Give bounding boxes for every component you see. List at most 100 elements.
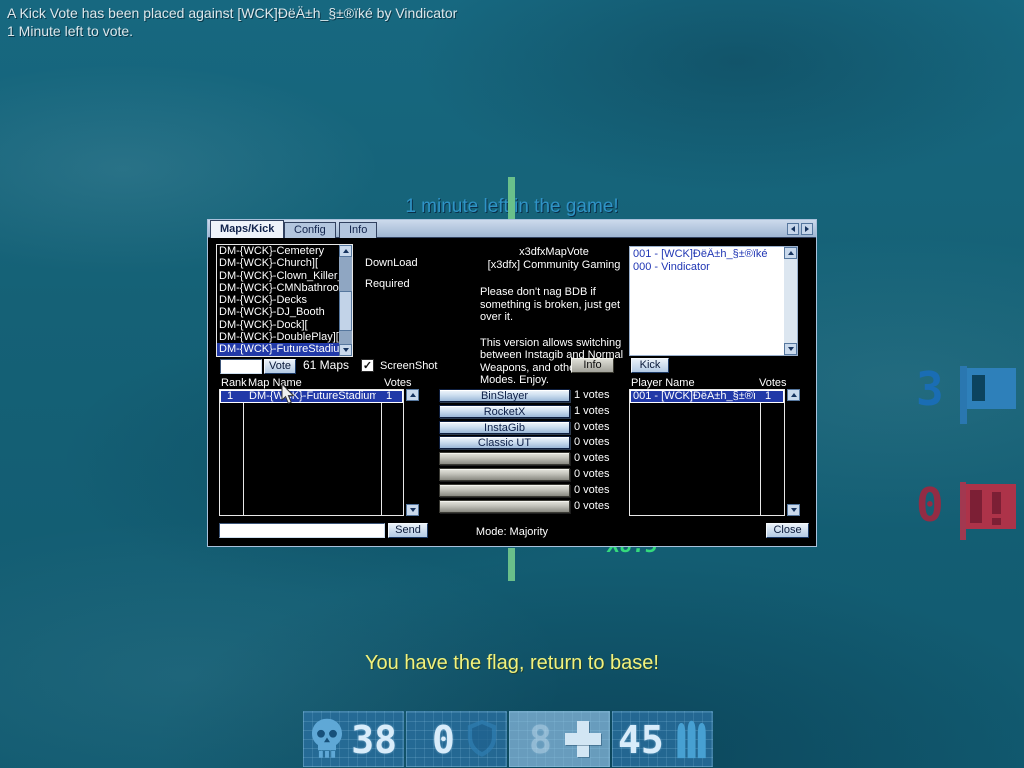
screenshot-label: ScreenShot <box>380 360 437 372</box>
map-list-item[interactable]: DM-{WCK}-Clown_Killer_ <box>217 270 339 282</box>
rank-cell: 1 <box>227 391 233 402</box>
arrow-down-icon <box>343 348 349 352</box>
map-listbox[interactable]: DM-{WCK}-Cemetery DM-{WCK}-Church][ DM-{… <box>216 244 353 357</box>
mouse-cursor <box>281 384 295 410</box>
map-list-scrollbar[interactable] <box>339 245 352 356</box>
kick-list-item[interactable]: 001 - [WCK]ÐëÄ±h_§±®ïké <box>630 248 784 261</box>
health-count: 8 <box>529 716 552 764</box>
kick-list-scrollbar[interactable] <box>784 247 797 355</box>
crosshair-top-bar <box>508 177 515 219</box>
tab-maps-kick[interactable]: Maps/Kick <box>210 220 284 238</box>
hud-status-bar: 38 0 8 45 <box>303 711 717 767</box>
kick-list-item[interactable]: 000 - Vindicator <box>630 261 784 274</box>
screenshot-checkbox[interactable]: ✓ <box>361 359 374 372</box>
scroll-up-button[interactable] <box>787 389 800 401</box>
download-label: DownLoad <box>365 257 418 269</box>
mode-button-instagib[interactable]: InstaGib <box>439 421 570 434</box>
tab-scroll-right-button[interactable] <box>801 223 813 235</box>
arrow-down-icon <box>788 347 794 351</box>
bullets-icon <box>674 717 708 768</box>
map-list-item-selected[interactable]: DM-{WCK}-FutureStadium <box>217 343 339 355</box>
player-table-scrollbar[interactable] <box>787 389 800 516</box>
mode-button-classic-ut[interactable]: Classic UT <box>439 436 570 449</box>
mode-vote-count: 0 votes <box>574 468 634 481</box>
column-divider <box>760 390 761 515</box>
tab-scroll-left-button[interactable] <box>787 223 799 235</box>
vote-button[interactable]: Vote <box>264 359 296 374</box>
mode-button-empty[interactable] <box>439 468 570 481</box>
shield-icon <box>465 717 499 766</box>
scroll-down-button[interactable] <box>339 344 352 356</box>
scroll-down-button[interactable] <box>406 504 419 516</box>
mode-button-empty[interactable] <box>439 484 570 497</box>
rank-table-scrollbar[interactable] <box>406 389 419 516</box>
mode-vote-count: 0 votes <box>574 500 634 513</box>
scroll-up-button[interactable] <box>406 389 419 401</box>
red-flag-alert-icon <box>960 482 1020 545</box>
game-screen: A Kick Vote has been placed against [WCK… <box>0 0 1024 768</box>
map-list-item[interactable]: DM-{WCK}-Decks <box>217 294 339 306</box>
system-messages: A Kick Vote has been placed against [WCK… <box>7 4 457 40</box>
rank-table-row-selected[interactable]: 1 DM-{WCK}-FutureStadium 1 <box>220 390 403 403</box>
required-label: Required <box>365 278 410 290</box>
hud-frags-panel: 38 <box>303 711 404 767</box>
kick-vote-message: A Kick Vote has been placed against [WCK… <box>7 4 457 22</box>
votes-column-header: Votes <box>759 377 787 389</box>
arrow-up-icon <box>343 249 349 253</box>
rank-table[interactable]: 1 DM-{WCK}-FutureStadium 1 <box>219 389 404 516</box>
mode-vote-count: 0 votes <box>574 421 634 434</box>
hud-health-panel: 8 <box>509 711 610 767</box>
mode-button-empty[interactable] <box>439 452 570 465</box>
arrow-up-icon <box>410 393 416 397</box>
scroll-down-button[interactable] <box>784 343 797 355</box>
arrow-up-icon <box>788 251 794 255</box>
close-button[interactable]: Close <box>766 523 809 538</box>
arrow-up-icon <box>791 393 797 397</box>
map-list-item[interactable]: DM-{WCK}-DJ_Booth <box>217 306 339 318</box>
hud-armor-panel: 0 <box>406 711 507 767</box>
mapvote-dialog: Maps/Kick Config Info DM-{WCK}-Cemetery … <box>207 219 817 547</box>
map-list-item[interactable]: DM-{WCK}-Church][ <box>217 257 339 269</box>
column-divider <box>381 390 382 515</box>
health-cross-icon <box>565 721 601 757</box>
map-filter-input[interactable] <box>220 359 262 374</box>
mode-button-binslayer[interactable]: BinSlayer <box>439 389 570 402</box>
blue-team-score: 3 <box>916 362 944 416</box>
map-list-item[interactable]: DM-{WCK}-Dock][ <box>217 319 339 331</box>
mode-button-rocketx[interactable]: RocketX <box>439 405 570 418</box>
map-list-item[interactable]: DM-{WCK}-Cemetery <box>217 245 339 257</box>
kick-player-listbox[interactable]: 001 - [WCK]ÐëÄ±h_§±®ïké 000 - Vindicator <box>629 246 798 356</box>
map-name-cell: DM-{WCK}-FutureStadium <box>249 391 376 402</box>
map-list-item[interactable]: DM-{WCK}-CMNbathroom <box>217 282 339 294</box>
kick-button[interactable]: Kick <box>631 358 669 373</box>
red-team-score: 0 <box>916 478 944 532</box>
rank-column-header: Rank <box>221 377 247 389</box>
frags-count: 38 <box>351 716 397 764</box>
arrow-left-icon <box>791 226 795 232</box>
player-vote-table[interactable]: 001 - [WCK]ÐëÄ±h_§±®ïké 1 <box>629 389 785 516</box>
map-list-item[interactable]: DM-{WCK}-DoublePlay][ <box>217 331 339 343</box>
tab-config[interactable]: Config <box>284 222 336 238</box>
flag-status-message: You have the flag, return to base! <box>0 652 1024 675</box>
mode-vote-count: 0 votes <box>574 452 634 465</box>
arrow-right-icon <box>805 226 809 232</box>
ammo-count: 45 <box>618 716 664 764</box>
scroll-up-button[interactable] <box>339 245 352 257</box>
mode-button-empty[interactable] <box>439 500 570 513</box>
scroll-thumb[interactable] <box>339 291 352 331</box>
player-table-row-selected[interactable]: 001 - [WCK]ÐëÄ±h_§±®ïké 1 <box>630 390 784 403</box>
tab-info[interactable]: Info <box>339 222 377 238</box>
about-subtitle: [x3dfx] Community Gaming <box>480 259 628 272</box>
crosshair-bottom-bar <box>508 548 515 581</box>
info-button[interactable]: Info <box>571 358 614 373</box>
vote-time-message: 1 Minute left to vote. <box>7 22 457 40</box>
votes-cell: 1 <box>765 391 771 402</box>
votes-cell: 1 <box>386 391 392 402</box>
mode-vote-count: 1 votes <box>574 405 634 418</box>
scroll-up-button[interactable] <box>784 247 797 259</box>
player-name-column-header: Player Name <box>631 377 695 389</box>
scroll-down-button[interactable] <box>787 504 800 516</box>
armor-count: 0 <box>432 716 455 764</box>
player-name-cell: 001 - [WCK]ÐëÄ±h_§±®ïké <box>633 391 755 402</box>
about-title: x3dfxMapVote <box>480 246 628 259</box>
